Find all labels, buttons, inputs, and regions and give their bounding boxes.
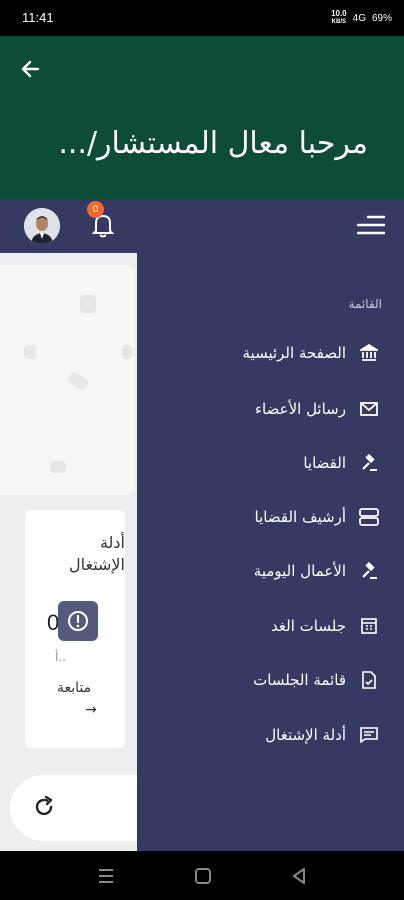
drawer-item-home[interactable]: الصفحة الرئيسية (137, 333, 404, 373)
drawer-item-label: أرشيف القضايا (254, 508, 346, 526)
faded-icon (24, 345, 36, 359)
summary-card[interactable]: أدلة الإشتغال 0 أ.. متابعة → (25, 510, 125, 748)
drawer-item-guides[interactable]: أدلة الإشتغال (137, 715, 404, 755)
drawer-item-label: قائمة الجلسات (253, 671, 346, 689)
drawer-section-title: القائمة (348, 297, 382, 311)
background-card (0, 265, 134, 495)
drawer-item-label: الصفحة الرئيسية (242, 344, 347, 362)
drawer-item-label: أدلة الإشتغال (265, 726, 346, 744)
user-photo (24, 208, 60, 244)
refresh-icon (35, 795, 53, 816)
drawer-item-messages[interactable]: رسائل الأعضاء (137, 389, 404, 429)
drawer-item-archive[interactable]: أرشيف القضايا (137, 497, 404, 537)
warning-icon (58, 601, 98, 641)
status-time: 11:41 (22, 10, 54, 25)
drawer-item-label: جلسات الغد (271, 617, 346, 635)
faded-icon (80, 295, 96, 313)
status-bar: 11:41 10.0 KB/S 4G 69% (0, 0, 404, 36)
back-nav-icon[interactable] (290, 867, 308, 885)
faded-icon (50, 461, 66, 473)
drawer-item-label: رسائل الأعضاء (255, 400, 346, 418)
drawer-item-label: القضايا (303, 454, 346, 472)
page-title: مرحبا معال المستشار/... (58, 126, 368, 161)
faded-icon (122, 345, 132, 359)
faded-icon (66, 370, 90, 392)
refresh-button[interactable] (32, 795, 56, 819)
avatar[interactable] (24, 208, 60, 244)
drawer-item-tomorrow-sessions[interactable]: جلسات الغد (137, 606, 404, 646)
drawer-item-session-list[interactable]: قائمة الجلسات (137, 660, 404, 700)
navigation-drawer: القائمة الصفحة الرئيسية رسائل الأعضاء ال… (137, 253, 404, 851)
mail-icon (358, 398, 380, 420)
document-icon (358, 669, 380, 691)
menu-button[interactable] (356, 213, 386, 237)
signal-icon: 4G (352, 12, 366, 24)
battery-level: 69% (371, 12, 392, 24)
archive-icon (358, 506, 380, 528)
arrow-right-icon: → (85, 702, 97, 718)
back-button[interactable] (18, 56, 48, 82)
gavel-icon (358, 452, 380, 474)
gavel-icon (358, 560, 380, 582)
bank-icon (358, 342, 380, 364)
drawer-item-daily-work[interactable]: الأعمال اليومية (137, 551, 404, 591)
drawer-item-cases[interactable]: القضايا (137, 443, 404, 483)
network-speed: 10.0 KB/S (331, 9, 347, 26)
refresh-container (10, 775, 137, 841)
card-title: أدلة الإشتغال (68, 533, 125, 574)
main-content: أدلة الإشتغال 0 أ.. متابعة → (0, 253, 137, 851)
app-header: مرحبا معال المستشار/... (0, 36, 404, 199)
arrow-left-icon (21, 60, 40, 78)
home-icon[interactable] (194, 867, 212, 885)
status-icons: 10.0 KB/S 4G 69% (331, 10, 392, 26)
drawer-item-label: الأعمال اليومية (253, 562, 346, 580)
follow-up-link[interactable]: متابعة (57, 680, 91, 696)
recent-apps-icon[interactable] (96, 867, 116, 885)
system-navigation-bar (0, 851, 404, 900)
note-icon (358, 724, 380, 746)
top-navbar: 0 (0, 199, 404, 253)
notification-badge: 0 (87, 201, 104, 218)
hamburger-icon (356, 215, 386, 235)
calendar-icon (358, 615, 380, 637)
card-subtitle: أ.. (55, 650, 66, 664)
